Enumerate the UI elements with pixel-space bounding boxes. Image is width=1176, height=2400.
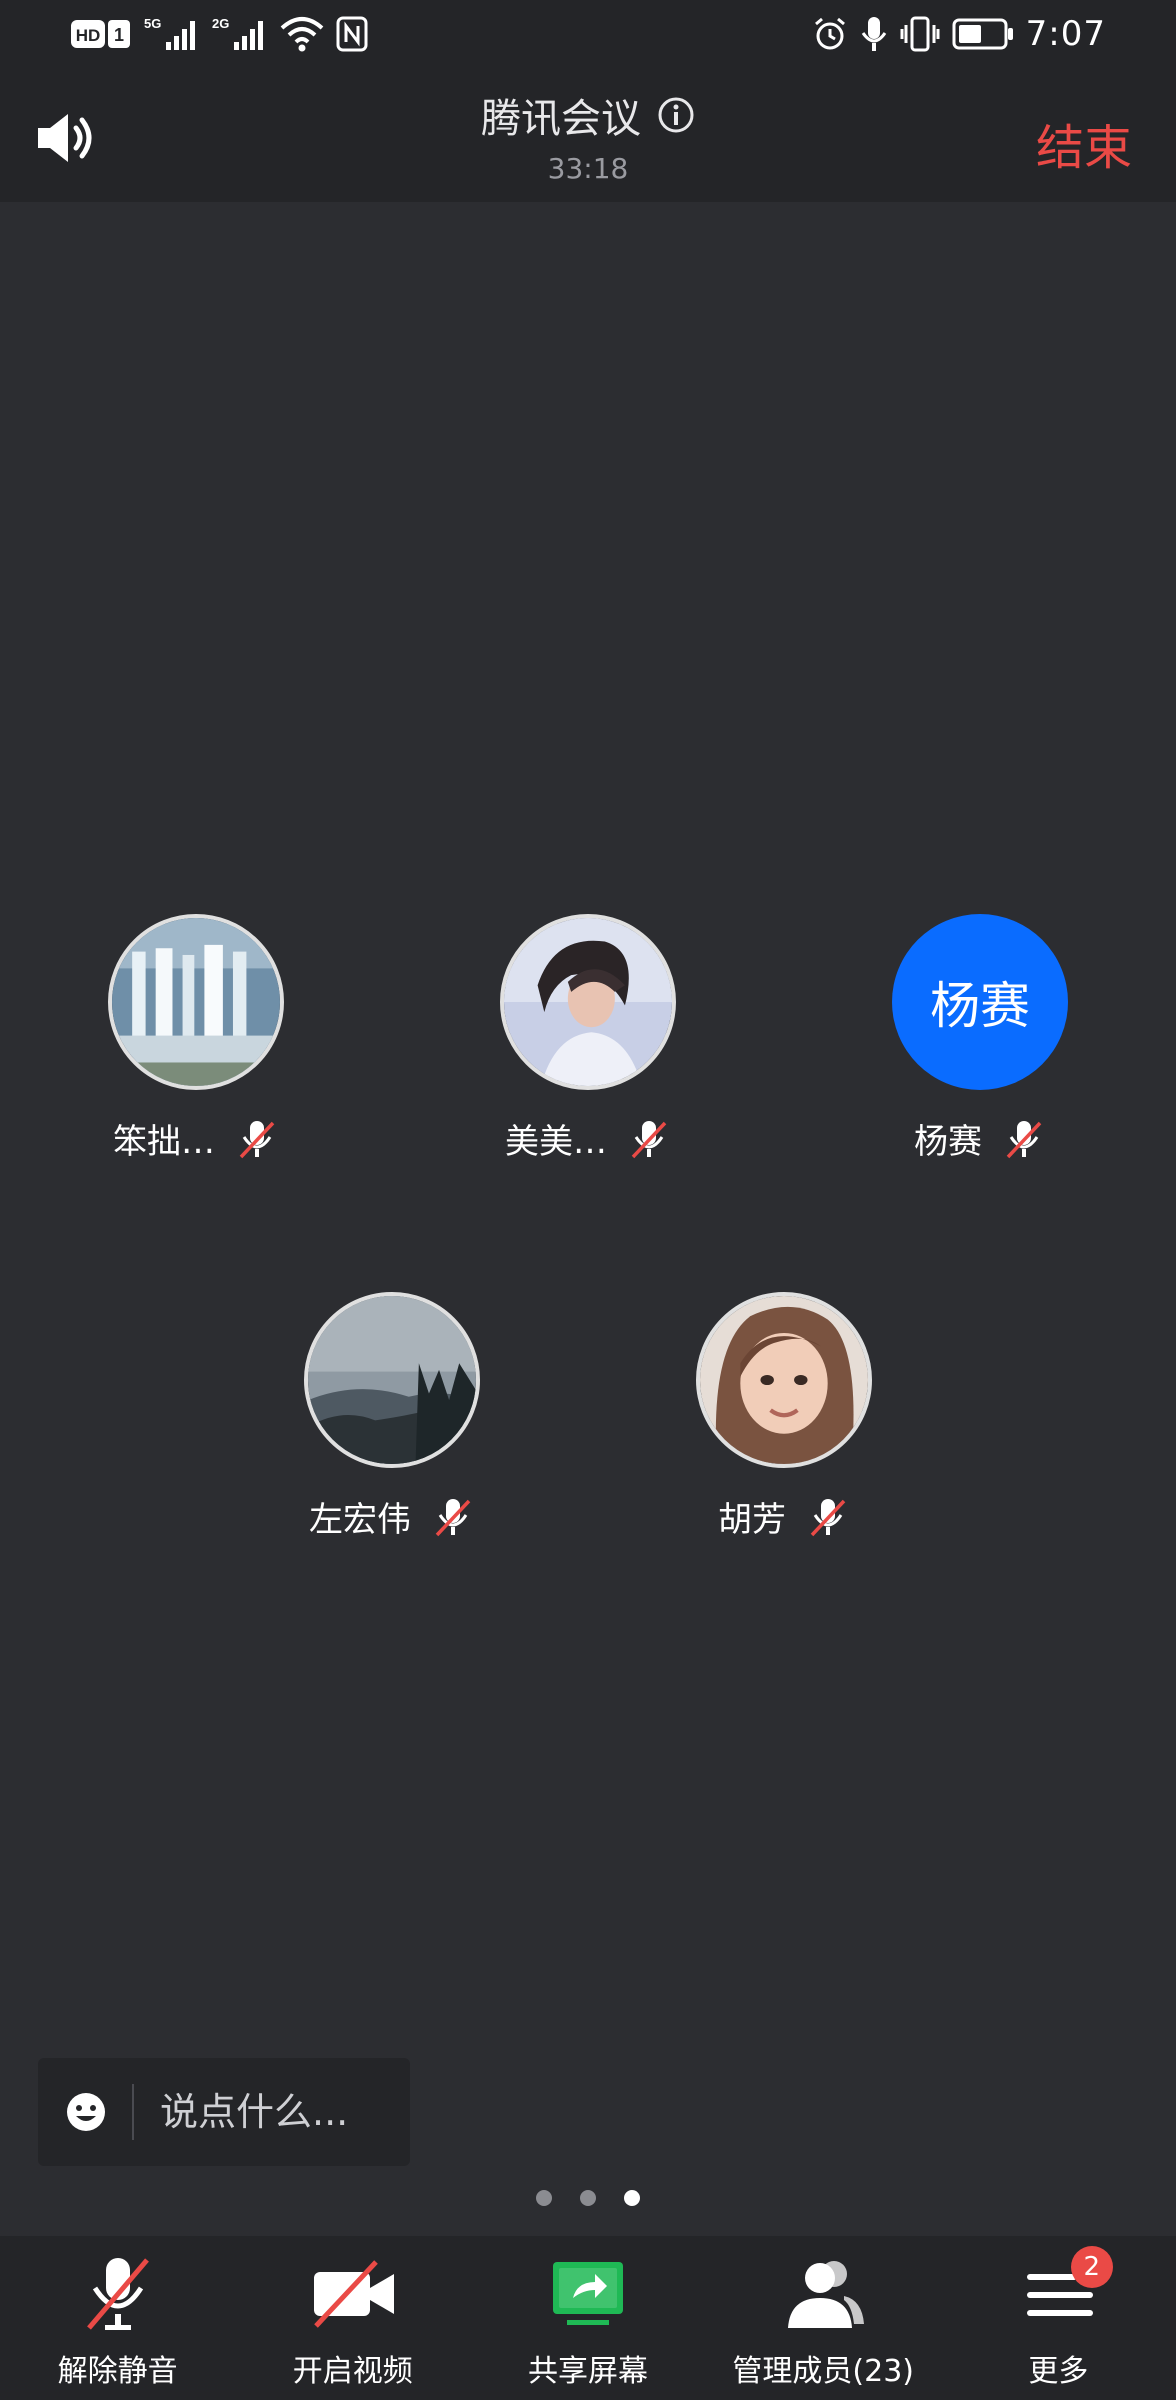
signal-2g-icon: 2G [212,16,263,50]
avatar [696,1292,872,1468]
participant-name: 笨拙… [113,1122,215,1162]
tool-label: 管理成员(23) [732,2354,914,2389]
signal-5g-icon: 5G [144,16,195,50]
info-icon[interactable] [657,96,695,134]
start-video-button[interactable]: 开启视频 [235,2236,470,2400]
status-right: 7:07 [812,14,1106,54]
mic-icon [861,17,886,51]
manage-members-button[interactable]: 管理成员(23) [706,2236,941,2400]
tool-label: 更多 [1028,2354,1089,2389]
mic-muted-icon [86,2258,149,2330]
svg-text:HD: HD [76,26,101,45]
mountain-photo [308,1296,476,1464]
nfc-icon [336,16,368,52]
status-bar: HD 1 5G 2G 7:07 [0,0,1176,72]
participant-label: 美美… [438,1114,738,1163]
svg-text:5G: 5G [144,16,161,31]
title-block: 腾讯会议 33:18 [0,86,1176,185]
avatar-initials: 杨赛 [892,914,1068,1090]
svg-text:1: 1 [114,25,124,45]
end-meeting-button[interactable]: 结束 [1036,108,1132,178]
page-indicator [0,2190,1176,2206]
bottom-toolbar: 解除静音 开启视频 共享屏幕 管理成员(23) 2 更多 [0,2236,1176,2400]
tool-label: 解除静音 [57,2354,178,2389]
alarm-icon [814,17,845,50]
unmute-button[interactable]: 解除静音 [0,2236,235,2400]
notification-badge: 2 [1070,2246,1113,2288]
emoji-icon[interactable] [64,2090,108,2134]
more-button[interactable]: 2 更多 [941,2236,1176,2400]
participant-tile[interactable]: 胡芳 [634,1292,934,1541]
participant-label: 笨拙… [46,1114,346,1163]
mic-muted-icon [1006,1120,1042,1158]
avatar [108,914,284,1090]
mic-muted-icon [239,1120,275,1158]
share-screen-icon [553,2262,623,2325]
meeting-screen: HD 1 5G 2G 7:07 腾讯会议 33:18 结束 笨拙… 美美… 杨赛… [0,0,1176,2400]
wifi-icon [280,17,324,52]
chat-input[interactable] [158,2089,372,2135]
video-off-icon [313,2260,394,2328]
members-icon [788,2261,865,2328]
vibrate-icon [900,16,940,52]
girl-photo [504,918,672,1086]
participant-tile[interactable]: 杨赛 杨赛 [830,914,1130,1163]
tool-label: 共享屏幕 [528,2354,648,2389]
chat-divider [132,2084,134,2140]
participant-tile[interactable]: 美美… [438,914,738,1163]
chat-box[interactable] [38,2058,410,2166]
title-row[interactable]: 腾讯会议 [481,86,695,144]
svg-text:2G: 2G [212,16,229,31]
mic-muted-icon [435,1498,471,1536]
page-dot-active[interactable] [624,2190,640,2206]
hd-icon: HD 1 [71,20,130,48]
participant-label: 胡芳 [634,1492,934,1541]
participant-name: 胡芳 [718,1500,786,1540]
participant-tile[interactable]: 笨拙… [46,914,346,1163]
participant-label: 左宏伟 [242,1492,542,1541]
status-left: HD 1 5G 2G [70,14,368,54]
participant-tile[interactable]: 左宏伟 [242,1292,542,1541]
participant-name: 杨赛 [914,1122,982,1162]
meeting-title: 腾讯会议 [481,96,641,142]
avatar [500,914,676,1090]
mic-muted-icon [631,1120,667,1158]
portrait-photo [700,1296,868,1464]
status-time: 7:07 [1025,14,1106,54]
page-dot[interactable] [580,2190,596,2206]
participant-name: 美美… [505,1122,607,1162]
share-screen-button[interactable]: 共享屏幕 [470,2236,705,2400]
meeting-elapsed-time: 33:18 [547,152,629,185]
participant-name: 左宏伟 [309,1500,411,1540]
page-dot[interactable] [536,2190,552,2206]
mic-muted-icon [810,1498,846,1536]
waterfall-photo [112,918,280,1086]
avatar [304,1292,480,1468]
tool-label: 开启视频 [292,2354,413,2389]
meeting-header: 腾讯会议 33:18 结束 [0,72,1176,202]
battery-icon [952,18,1013,50]
participant-label: 杨赛 [830,1114,1130,1163]
